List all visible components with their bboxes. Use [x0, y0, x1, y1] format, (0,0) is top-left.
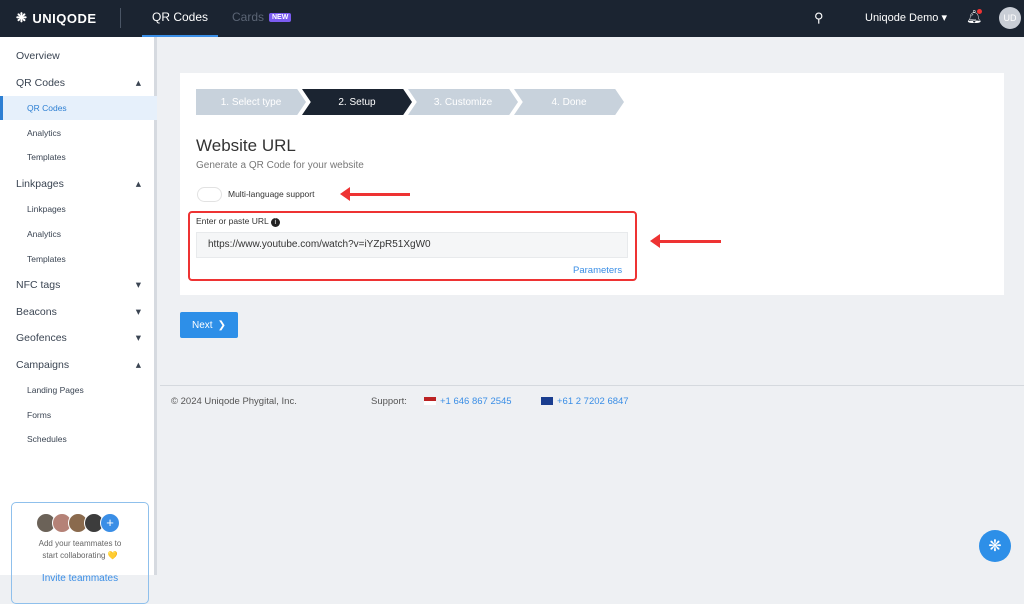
- avatar[interactable]: UD: [999, 7, 1021, 29]
- chevron-down-icon: ▾: [941, 12, 947, 24]
- sidebar-item-label: Templates: [27, 152, 66, 162]
- sidebar-item-label: Forms: [27, 410, 52, 420]
- step-setup: 2. Setup: [302, 89, 412, 115]
- plus-icon[interactable]: +: [100, 513, 120, 533]
- divider: [160, 385, 1024, 386]
- chevron-right-icon: ❯: [217, 319, 226, 331]
- top-nav: ❋ UNIQODE QR Codes Cards NEW ⚲ Uniqode De…: [0, 0, 1024, 37]
- support-label: Support:: [371, 396, 407, 407]
- sidebar-item-label: Linkpages: [16, 178, 64, 190]
- chevron-down-icon[interactable]: ▾: [136, 332, 141, 344]
- parameters-link[interactable]: Parameters: [573, 265, 622, 276]
- sidebar-item-label: Overview: [16, 50, 60, 62]
- sidebar-item-label: Analytics: [27, 229, 62, 239]
- new-badge: NEW: [269, 13, 292, 22]
- chevron-down-icon[interactable]: ▾: [136, 279, 141, 291]
- sidebar-item-label: Analytics: [27, 128, 62, 138]
- sidebar-item-nfc-tags[interactable]: NFC tags ▾: [0, 279, 157, 291]
- page-title: Website URL: [196, 136, 296, 155]
- step-customize: 3. Customize: [408, 89, 518, 115]
- step-done: 4. Done: [514, 89, 624, 115]
- info-icon[interactable]: i: [270, 218, 280, 227]
- sidebar-item-linkpages[interactable]: Linkpages: [0, 204, 157, 214]
- toggle-label: Multi-language support: [228, 189, 315, 199]
- url-input[interactable]: https://www.youtube.com/watch?v=iYZpR51X…: [196, 232, 628, 258]
- sidebar-item-qr-codes[interactable]: QR Codes: [0, 96, 157, 120]
- sidebar-item-analytics[interactable]: Analytics: [0, 128, 157, 138]
- sidebar: + Add your teammates to start collaborati…: [0, 37, 157, 604]
- annotation-arrow: [340, 187, 410, 201]
- sidebar-item-label: Campaigns: [16, 359, 70, 371]
- sidebar-item-schedules[interactable]: Schedules: [0, 434, 157, 444]
- sidebar-item-templates[interactable]: Templates: [0, 254, 157, 264]
- invite-text: start collaborating 💛: [42, 551, 118, 560]
- phone-us-link[interactable]: +1 646 867 2545: [424, 396, 512, 407]
- chevron-up-icon[interactable]: ▴: [136, 178, 141, 190]
- account-menu[interactable]: Uniqode Demo ▾: [865, 11, 947, 24]
- sidebar-item-geofences[interactable]: Geofences ▾: [0, 332, 157, 344]
- search-icon[interactable]: ⚲: [814, 10, 824, 26]
- invite-text: Add your teammates to: [38, 539, 122, 548]
- annotation-arrow: [650, 234, 721, 248]
- page-subtitle: Generate a QR Code for your website: [196, 160, 364, 171]
- sidebar-item-forms[interactable]: Forms: [0, 410, 157, 420]
- multi-language-toggle[interactable]: [197, 187, 222, 202]
- us-flag-icon: [424, 397, 436, 406]
- invite-card: + Add your teammates to start collaborati…: [11, 502, 149, 604]
- sidebar-item-label: Geofences: [16, 332, 67, 344]
- sidebar-item-linkpages[interactable]: Linkpages ▴: [0, 178, 157, 190]
- sidebar-item-label: Schedules: [27, 434, 67, 444]
- tab-cards[interactable]: Cards: [232, 10, 264, 24]
- sidebar-item-label: Templates: [27, 254, 66, 264]
- logo-icon: ❋: [16, 10, 28, 25]
- help-chat-button[interactable]: ❋: [979, 530, 1011, 562]
- sidebar-item-label: Linkpages: [27, 204, 66, 214]
- chevron-up-icon[interactable]: ▴: [136, 77, 141, 89]
- phone-au-link[interactable]: +61 2 7202 6847: [541, 396, 629, 407]
- tab-qr-codes[interactable]: QR Codes: [142, 10, 218, 37]
- setup-card: 1. Select type 2. Setup 3. Customize 4. …: [180, 73, 1004, 295]
- sidebar-item-landing-pages[interactable]: Landing Pages: [0, 385, 157, 395]
- au-flag-icon: [541, 397, 553, 406]
- notification-dot: [977, 9, 982, 14]
- sidebar-item-analytics[interactable]: Analytics: [0, 229, 157, 239]
- sidebar-item-qr-codes[interactable]: QR Codes ▴: [0, 77, 157, 89]
- chevron-up-icon[interactable]: ▴: [136, 359, 141, 371]
- stepper: 1. Select type 2. Setup 3. Customize 4. …: [196, 89, 624, 115]
- sidebar-item-label: QR Codes: [16, 77, 66, 89]
- copyright: © 2024 Uniqode Phygital, Inc.: [171, 396, 297, 407]
- sidebar-item-beacons[interactable]: Beacons ▾: [0, 306, 157, 318]
- sidebar-item-label: NFC tags: [16, 279, 61, 291]
- step-select-type[interactable]: 1. Select type: [196, 89, 306, 115]
- sidebar-item-label: Beacons: [16, 306, 57, 318]
- divider: [120, 8, 121, 28]
- sidebar-item-overview[interactable]: Overview: [0, 50, 157, 62]
- sidebar-item-label: Landing Pages: [27, 385, 84, 395]
- sidebar-item-campaigns[interactable]: Campaigns ▴: [0, 359, 157, 371]
- chevron-down-icon[interactable]: ▾: [136, 306, 141, 318]
- sidebar-item-templates[interactable]: Templates: [0, 152, 157, 162]
- teammate-avatars: +: [12, 513, 148, 533]
- next-button[interactable]: Next ❯: [180, 312, 238, 338]
- url-label: Enter or paste URL i: [196, 216, 280, 227]
- sidebar-item-label: QR Codes: [27, 103, 67, 113]
- brand-logo[interactable]: ❋ UNIQODE: [16, 10, 97, 26]
